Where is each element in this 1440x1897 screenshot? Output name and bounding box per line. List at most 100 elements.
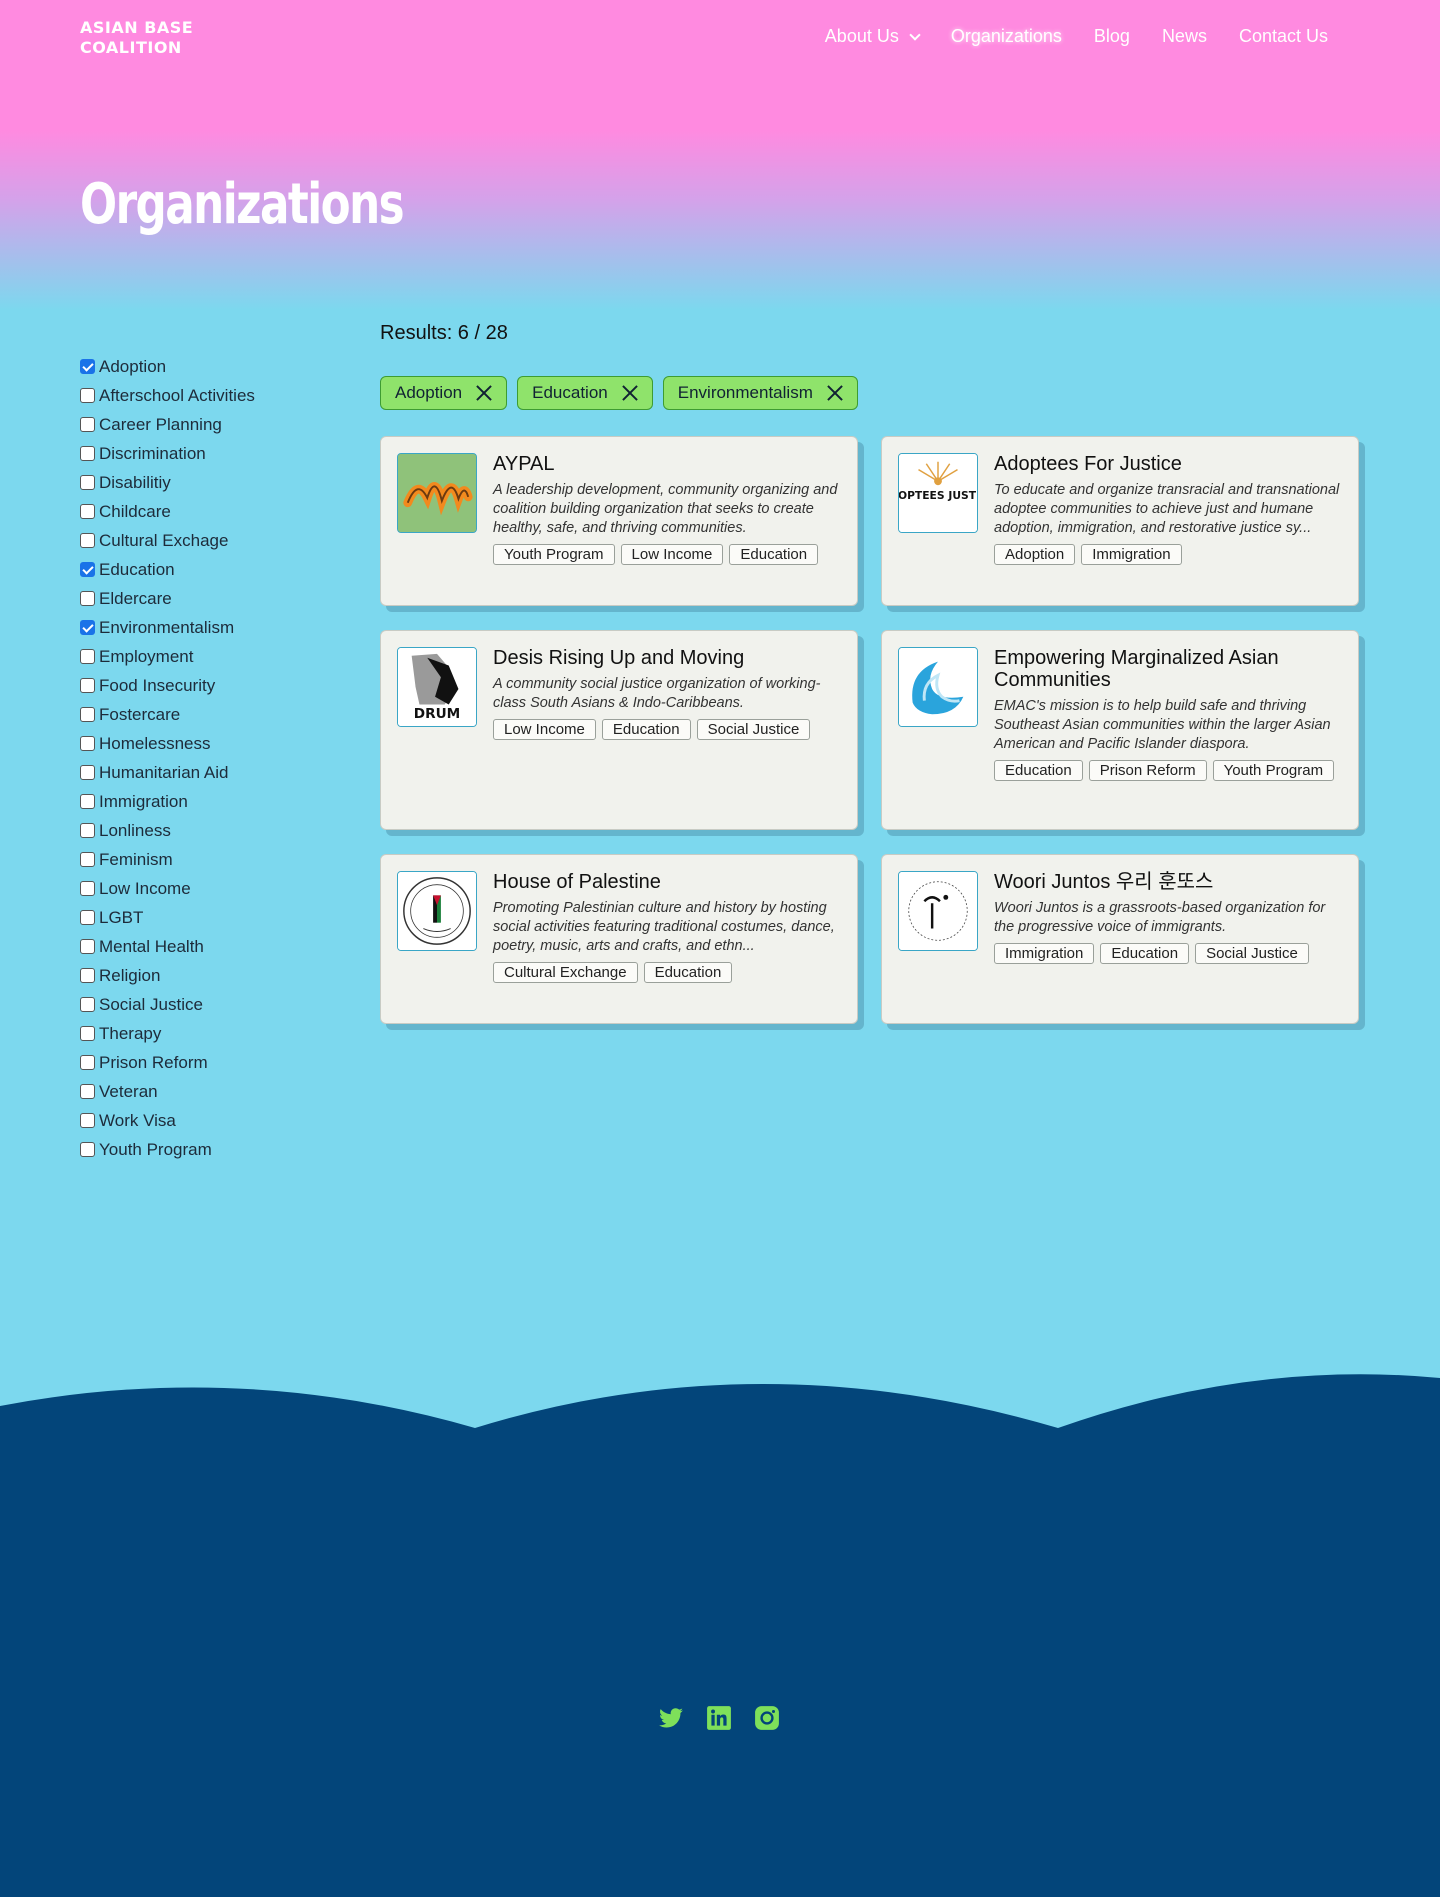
filter-checkbox[interactable] [80,359,95,374]
org-tag[interactable]: Education [994,760,1083,781]
filter-item[interactable]: Work Visa [80,1106,255,1135]
filter-checkbox[interactable] [80,823,95,838]
filter-item[interactable]: Fostercare [80,700,255,729]
wave-logo [898,647,978,727]
filter-item[interactable]: Veteran [80,1077,255,1106]
filter-item[interactable]: Eldercare [80,584,255,613]
linkedin-icon[interactable] [706,1705,732,1731]
org-tag[interactable]: Youth Program [493,544,615,565]
filter-item[interactable]: Religion [80,961,255,990]
filter-checkbox[interactable] [80,388,95,403]
filter-item[interactable]: Career Planning [80,410,255,439]
filter-checkbox[interactable] [80,562,95,577]
org-tag[interactable]: Prison Reform [1088,760,1207,781]
chip-education[interactable]: Education [517,376,653,410]
org-card-house-of-palestine[interactable]: House of Palestine Promoting Palestinian… [380,854,858,1024]
filter-item[interactable]: LGBT [80,903,255,932]
filter-checkbox[interactable] [80,910,95,925]
filter-item[interactable]: Youth Program [80,1135,255,1164]
nav-news[interactable]: News [1162,26,1207,47]
filter-checkbox[interactable] [80,591,95,606]
filter-checkbox[interactable] [80,504,95,519]
filter-item[interactable]: Prison Reform [80,1048,255,1077]
org-tag[interactable]: Education [729,544,819,565]
filter-item[interactable]: Disabilitiy [80,468,255,497]
org-tag[interactable]: Cultural Exchange [493,962,638,983]
org-tag[interactable]: Education [643,962,733,983]
filter-checkbox[interactable] [80,1142,95,1157]
close-icon[interactable] [476,385,492,401]
linkedin-icon-svg [707,1706,731,1730]
org-card-adoptees-for-justice[interactable]: ADOPTEES JUSTICE Adoptees For Justice To… [881,436,1359,606]
filter-checkbox[interactable] [80,678,95,693]
filter-item[interactable]: Low Income [80,874,255,903]
filter-checkbox[interactable] [80,620,95,635]
filter-item[interactable]: Feminism [80,845,255,874]
filter-checkbox[interactable] [80,939,95,954]
org-tag[interactable]: Social Justice [696,719,811,740]
filter-checkbox[interactable] [80,881,95,896]
close-icon[interactable] [827,385,843,401]
org-card-aypal[interactable]: AYPAL A leadership development, communit… [380,436,858,606]
org-card-woori-juntos[interactable]: Woori Juntos 우리 훈또스 Woori Juntos is a gr… [881,854,1359,1024]
chip-environmentalism[interactable]: Environmentalism [662,376,858,410]
filter-item[interactable]: Humanitarian Aid [80,758,255,787]
twitter-icon[interactable] [658,1705,684,1731]
instagram-icon[interactable] [754,1705,780,1731]
filter-item[interactable]: Adoption [80,352,255,381]
filter-item[interactable]: Cultural Exchage [80,526,255,555]
filter-checkbox[interactable] [80,1026,95,1041]
filter-checkbox[interactable] [80,1113,95,1128]
nav-organizations[interactable]: Organizations [951,26,1062,47]
org-tag[interactable]: Education [601,719,691,740]
org-tag[interactable]: Education [1100,943,1190,964]
filter-item[interactable]: Homelessness [80,729,255,758]
filter-checkbox[interactable] [80,1084,95,1099]
filter-item[interactable]: Social Justice [80,990,255,1019]
filter-label: Mental Health [99,936,204,956]
filter-checkbox[interactable] [80,1055,95,1070]
nav-label: Organizations [950,26,1062,46]
filter-item[interactable]: Discrimination [80,439,255,468]
aypal-logo-art [398,454,476,532]
filter-checkbox[interactable] [80,533,95,548]
org-tag[interactable]: Youth Program [1212,760,1335,781]
org-tag[interactable]: Immigration [994,943,1095,964]
filter-checkbox[interactable] [80,446,95,461]
filter-checkbox[interactable] [80,475,95,490]
nav-contact-us[interactable]: Contact Us [1239,26,1328,47]
filter-checkbox[interactable] [80,765,95,780]
filter-checkbox[interactable] [80,852,95,867]
org-tag[interactable]: Adoption [994,544,1076,565]
filter-item[interactable]: Immigration [80,787,255,816]
org-card-drum[interactable]: DRUM Desis Rising Up and Moving A commun… [380,630,858,830]
filter-checkbox[interactable] [80,707,95,722]
filter-checkbox[interactable] [80,968,95,983]
org-name: Desis Rising Up and Moving [493,647,745,669]
filter-item[interactable]: Therapy [80,1019,255,1048]
nav-label: Blog [1093,26,1130,46]
filter-checkbox[interactable] [80,417,95,432]
nav-about-us[interactable]: About Us [825,26,921,47]
org-card-emac[interactable]: Empowering Marginalized Asian Communitie… [881,630,1359,830]
org-tag[interactable]: Low Income [493,719,596,740]
org-tag[interactable]: Low Income [620,544,724,565]
filter-checkbox[interactable] [80,997,95,1012]
filter-item[interactable]: Environmentalism [80,613,255,642]
filter-item[interactable]: Lonliness [80,816,255,845]
filter-item[interactable]: Mental Health [80,932,255,961]
close-icon[interactable] [622,385,638,401]
filter-checkbox[interactable] [80,736,95,751]
filter-checkbox[interactable] [80,649,95,664]
filter-item[interactable]: Childcare [80,497,255,526]
filter-checkbox[interactable] [80,794,95,809]
org-tag[interactable]: Social Justice [1195,943,1309,964]
filter-item[interactable]: Food Insecurity [80,671,255,700]
filter-item[interactable]: Education [80,555,255,584]
site-logo[interactable]: ASIAN BASE COALITION [80,18,220,58]
filter-item[interactable]: Afterschool Activities [80,381,255,410]
org-tag[interactable]: Immigration [1081,544,1182,565]
filter-item[interactable]: Employment [80,642,255,671]
chip-adoption[interactable]: Adoption [380,376,508,410]
nav-blog[interactable]: Blog [1094,26,1130,47]
